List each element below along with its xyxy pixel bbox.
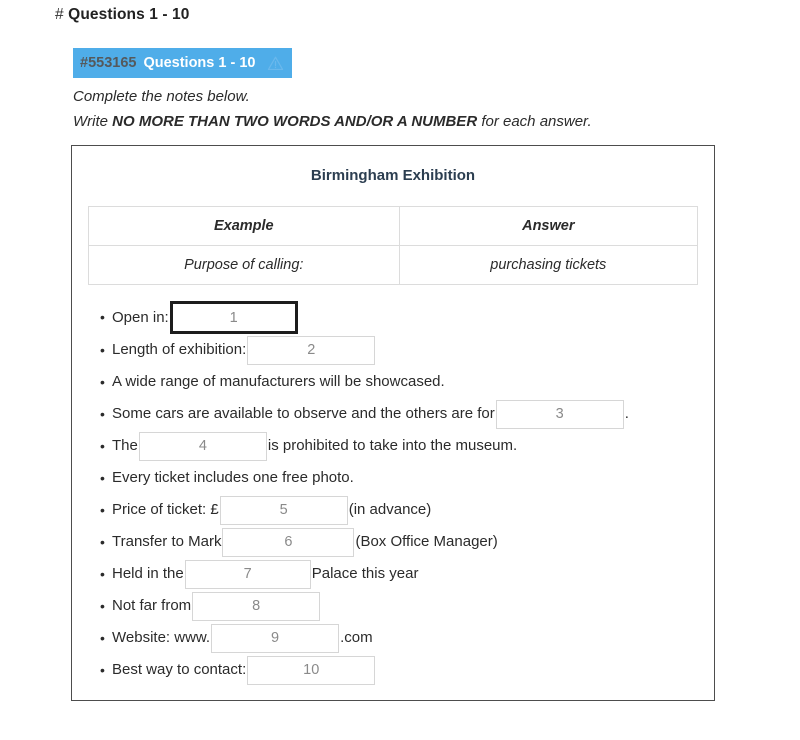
page-title: # Questions 1 - 10 — [55, 6, 190, 24]
list-item: The is prohibited to take into the museu… — [100, 430, 714, 462]
item-text-after: Palace this year — [311, 565, 419, 582]
item-text-before: Open in: — [112, 308, 169, 326]
answer-input-4[interactable] — [138, 431, 267, 461]
item-text-after: (in advance) — [348, 501, 432, 518]
item-text-before: Best way to contact: — [112, 661, 247, 678]
warning-triangle-icon[interactable] — [267, 55, 284, 72]
item-text-before: Held in the — [112, 565, 184, 582]
list-item: Open in: — [100, 301, 714, 334]
answer-input-10[interactable] — [247, 655, 376, 685]
table-header-example: Example — [88, 206, 400, 246]
answer-input-6[interactable] — [222, 527, 355, 557]
item-text-before: Every ticket includes one free photo. — [112, 469, 354, 486]
item-text-before: A wide range of manufacturers will be sh… — [112, 373, 445, 390]
notes-item-list: Open in: Length of exhibition: A wide ra… — [72, 301, 714, 686]
item-text-before: Not far from — [112, 597, 192, 614]
list-item: Not far from — [100, 590, 714, 622]
list-item: Some cars are available to observe and t… — [100, 398, 714, 430]
table-cell-example: Purpose of calling: — [88, 245, 400, 285]
answer-input-8[interactable] — [192, 591, 321, 621]
answer-input-5[interactable] — [219, 495, 348, 525]
list-item: Length of exhibition: — [100, 334, 714, 366]
list-item: Price of ticket: £ (in advance) — [100, 494, 714, 526]
item-text-before: The — [112, 437, 138, 454]
answer-input-9[interactable] — [211, 623, 340, 653]
list-item: Website: www. .com — [100, 622, 714, 654]
list-item: Held in the Palace this year — [100, 558, 714, 590]
list-item: Every ticket includes one free photo. — [100, 462, 714, 494]
table-cell-answer: purchasing tickets — [398, 245, 699, 285]
list-item: Best way to contact: — [100, 654, 714, 686]
item-text-before: Website: www. — [112, 629, 211, 646]
answer-input-2[interactable] — [247, 335, 376, 365]
answer-input-3[interactable] — [495, 399, 624, 429]
answer-input-1[interactable] — [169, 301, 298, 334]
item-text-before: Some cars are available to observe and t… — [112, 405, 495, 422]
badge-question-title: Questions 1 - 10 — [143, 55, 256, 71]
table-row: Purpose of calling: purchasing tickets — [88, 245, 699, 285]
instruction-suffix: for each answer. — [477, 113, 592, 130]
item-text-after: is prohibited to take into the museum. — [267, 437, 518, 454]
item-text-after: (Box Office Manager) — [355, 533, 498, 550]
instruction-line-1: Complete the notes below. — [73, 88, 250, 105]
list-item: Transfer to Mark (Box Office Manager) — [100, 526, 714, 558]
page-title-text: Questions 1 - 10 — [68, 6, 190, 23]
instructions-block: Complete the notes below. Write NO MORE … — [73, 84, 773, 134]
table-header-answer: Answer — [398, 206, 699, 246]
item-text-after: .com — [340, 629, 373, 646]
instruction-line-2: Write NO MORE THAN TWO WORDS AND/OR A NU… — [73, 109, 773, 134]
item-text-after: . — [624, 405, 629, 422]
page-root: # Questions 1 - 10 #553165 Questions 1 -… — [0, 0, 800, 740]
list-item: A wide range of manufacturers will be sh… — [100, 366, 714, 398]
answer-input-7[interactable] — [184, 559, 311, 589]
notes-heading: Birmingham Exhibition — [310, 167, 476, 184]
notes-container: Birmingham Exhibition Example Answer Pur… — [71, 145, 715, 701]
item-text-before: Length of exhibition: — [112, 341, 247, 358]
item-text-before: Transfer to Mark — [112, 533, 222, 550]
instruction-emphasis: NO MORE THAN TWO WORDS AND/OR A NUMBER — [112, 113, 478, 130]
question-badge-banner[interactable]: #553165 Questions 1 - 10 — [73, 48, 293, 78]
table-header-row: Example Answer — [88, 206, 699, 246]
badge-question-id: #553165 — [80, 55, 137, 71]
page-title-hash: # — [55, 6, 64, 23]
example-answer-table: Example Answer Purpose of calling: purch… — [88, 206, 699, 285]
item-text-before: Price of ticket: £ — [112, 501, 219, 518]
instruction-prefix: Write — [73, 113, 113, 130]
